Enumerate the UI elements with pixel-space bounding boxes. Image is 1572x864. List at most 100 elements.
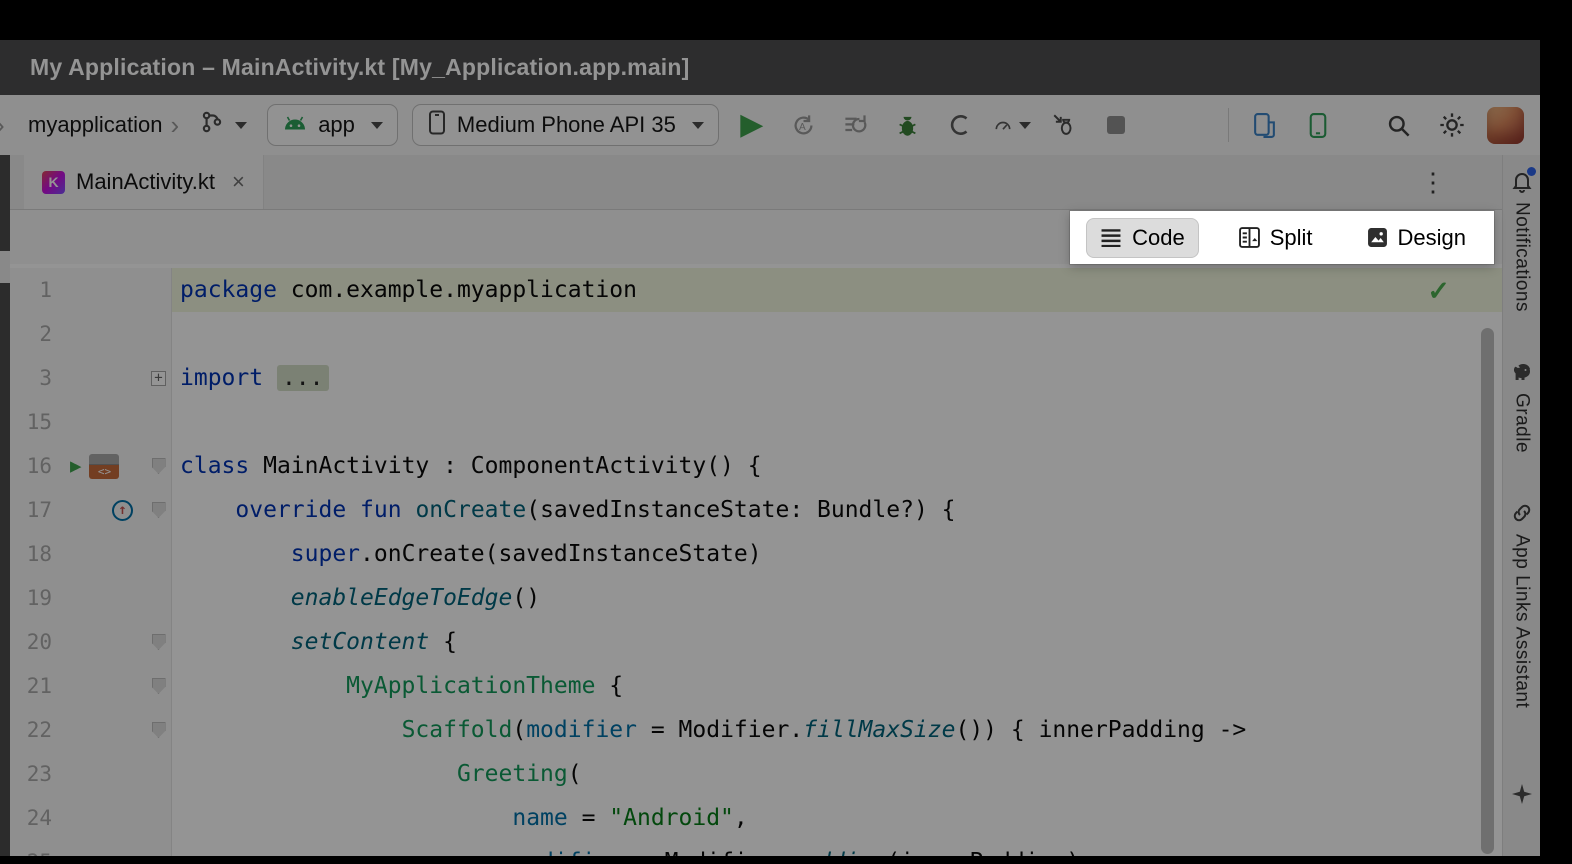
avatar[interactable]: [1487, 107, 1524, 144]
run-icon[interactable]: ▶: [70, 457, 81, 476]
code-line: 25 modifier = Modifier.padding(innerPadd…: [10, 840, 1502, 856]
debug-button[interactable]: [889, 106, 927, 144]
project-name: myapplication: [28, 112, 163, 138]
line-number[interactable]: 23: [10, 752, 60, 796]
fold-collapse-icon[interactable]: [152, 678, 166, 694]
line-number[interactable]: 20: [10, 620, 60, 664]
fold-column: [146, 576, 172, 620]
line-number[interactable]: 16: [10, 444, 60, 488]
line-number[interactable]: 19: [10, 576, 60, 620]
vcs-branch-icon: [199, 109, 225, 141]
code-text[interactable]: enableEdgeToEdge(): [172, 576, 1502, 620]
line-number[interactable]: 15: [10, 400, 60, 444]
code-text[interactable]: [172, 312, 1502, 356]
line-number[interactable]: 21: [10, 664, 60, 708]
profile-button[interactable]: [941, 106, 979, 144]
gutter-icons: [60, 752, 146, 796]
tab-split[interactable]: Split: [1225, 218, 1327, 258]
gear-icon: [1438, 111, 1466, 139]
fold-collapse-icon[interactable]: [152, 502, 166, 518]
search-icon: [1385, 112, 1412, 139]
vcs-widget[interactable]: [193, 105, 253, 145]
profile-icon: [947, 112, 973, 138]
gutter-icons: [60, 708, 146, 752]
fold-collapse-icon[interactable]: [152, 458, 166, 474]
override-method-icon[interactable]: ↑: [112, 500, 133, 521]
code-line: 19 enableEdgeToEdge(): [10, 576, 1502, 620]
window-titlebar[interactable]: My Application – MainActivity.kt [My_App…: [0, 40, 1540, 95]
fold-column: [146, 488, 172, 532]
tab-design[interactable]: Design: [1353, 218, 1480, 258]
line-number[interactable]: 2: [10, 312, 60, 356]
code-text[interactable]: Scaffold(modifier = Modifier.fillMaxSize…: [172, 708, 1502, 752]
editor-scrollbar[interactable]: [1481, 328, 1494, 854]
tab-mainactivity[interactable]: K MainActivity.kt ×: [24, 155, 264, 209]
tool-window-button-gradle[interactable]: Gradle: [1510, 360, 1534, 453]
fold-column: [146, 796, 172, 840]
gutter-icons: [60, 312, 146, 356]
code-editor[interactable]: 1 package com.example.myapplication 23 + imp…: [10, 264, 1502, 856]
fold-expand-icon[interactable]: +: [151, 371, 166, 386]
code-text[interactable]: setContent {: [172, 620, 1502, 664]
run-config-selector[interactable]: app: [267, 104, 398, 146]
close-icon[interactable]: ×: [232, 169, 245, 195]
inspections-ok-icon[interactable]: ✓: [1427, 276, 1450, 307]
code-text[interactable]: class MainActivity : ComponentActivity()…: [172, 444, 1502, 488]
window-title: My Application – MainActivity.kt [My_App…: [30, 54, 690, 81]
gutter-icons: [60, 532, 146, 576]
code-text[interactable]: super.onCreate(savedInstanceState): [172, 532, 1502, 576]
line-number[interactable]: 1: [10, 268, 60, 312]
line-number[interactable]: 22: [10, 708, 60, 752]
apply-changes-icon: A: [790, 112, 817, 139]
code-text[interactable]: [172, 400, 1502, 444]
debug-bug-icon: [894, 112, 921, 139]
device-selector[interactable]: Medium Phone API 35: [412, 104, 719, 146]
toolbar-separator: [1228, 108, 1229, 142]
stop-button[interactable]: [1097, 106, 1135, 144]
ide-window: My Application – MainActivity.kt [My_App…: [0, 40, 1540, 856]
profiler-dropdown-button[interactable]: [993, 106, 1031, 144]
settings-button[interactable]: [1433, 106, 1471, 144]
tab-code[interactable]: Code: [1086, 218, 1199, 258]
code-text[interactable]: import ...: [172, 356, 1502, 400]
chevron-right-icon: ›: [0, 112, 8, 138]
gemini-button[interactable]: [1510, 782, 1534, 808]
caret-down-icon: [235, 122, 247, 129]
apply-code-changes-button[interactable]: [837, 106, 875, 144]
caret-down-icon: [692, 122, 704, 129]
code-text[interactable]: Greeting(: [172, 752, 1502, 796]
tool-window-button-notifications[interactable]: Notifications: [1510, 169, 1534, 312]
project-widget[interactable]: myapplication ›: [28, 112, 179, 138]
split-view-icon: [1239, 227, 1260, 248]
search-button[interactable]: [1379, 106, 1417, 144]
fold-collapse-icon[interactable]: [152, 634, 166, 650]
apply-changes-button[interactable]: A: [785, 106, 823, 144]
fold-collapse-icon[interactable]: [152, 722, 166, 738]
device-manager-button[interactable]: [1245, 106, 1283, 144]
notification-dot: [1527, 167, 1536, 176]
stop-icon: [1107, 116, 1125, 134]
activity-class-icon[interactable]: <>: [89, 454, 119, 479]
running-devices-button[interactable]: [1299, 106, 1337, 144]
code-text[interactable]: override fun onCreate(savedInstanceState…: [172, 488, 1502, 532]
line-number[interactable]: 25: [10, 840, 60, 856]
code-line: 18 super.onCreate(savedInstanceState): [10, 532, 1502, 576]
phone-icon: [427, 109, 447, 142]
more-options-icon[interactable]: ⋮: [1420, 167, 1446, 198]
code-text[interactable]: package com.example.myapplication: [172, 268, 1502, 312]
line-number[interactable]: 24: [10, 796, 60, 840]
line-number[interactable]: 17: [10, 488, 60, 532]
line-number[interactable]: 3: [10, 356, 60, 400]
desktop-background: My Application – MainActivity.kt [My_App…: [0, 0, 1572, 864]
run-button[interactable]: ▶: [733, 106, 771, 144]
tool-window-button-app-links[interactable]: App Links Assistant: [1510, 501, 1534, 708]
gradle-icon: [1510, 360, 1534, 384]
code-text[interactable]: name = "Android",: [172, 796, 1502, 840]
left-stripe-notch[interactable]: [0, 251, 10, 283]
apply-code-changes-icon: [842, 112, 869, 139]
fold-column: [146, 400, 172, 444]
code-text[interactable]: modifier = Modifier.padding(innerPadding…: [172, 840, 1502, 856]
attach-debugger-button[interactable]: [1045, 106, 1083, 144]
line-number[interactable]: 18: [10, 532, 60, 576]
code-text[interactable]: MyApplicationTheme {: [172, 664, 1502, 708]
